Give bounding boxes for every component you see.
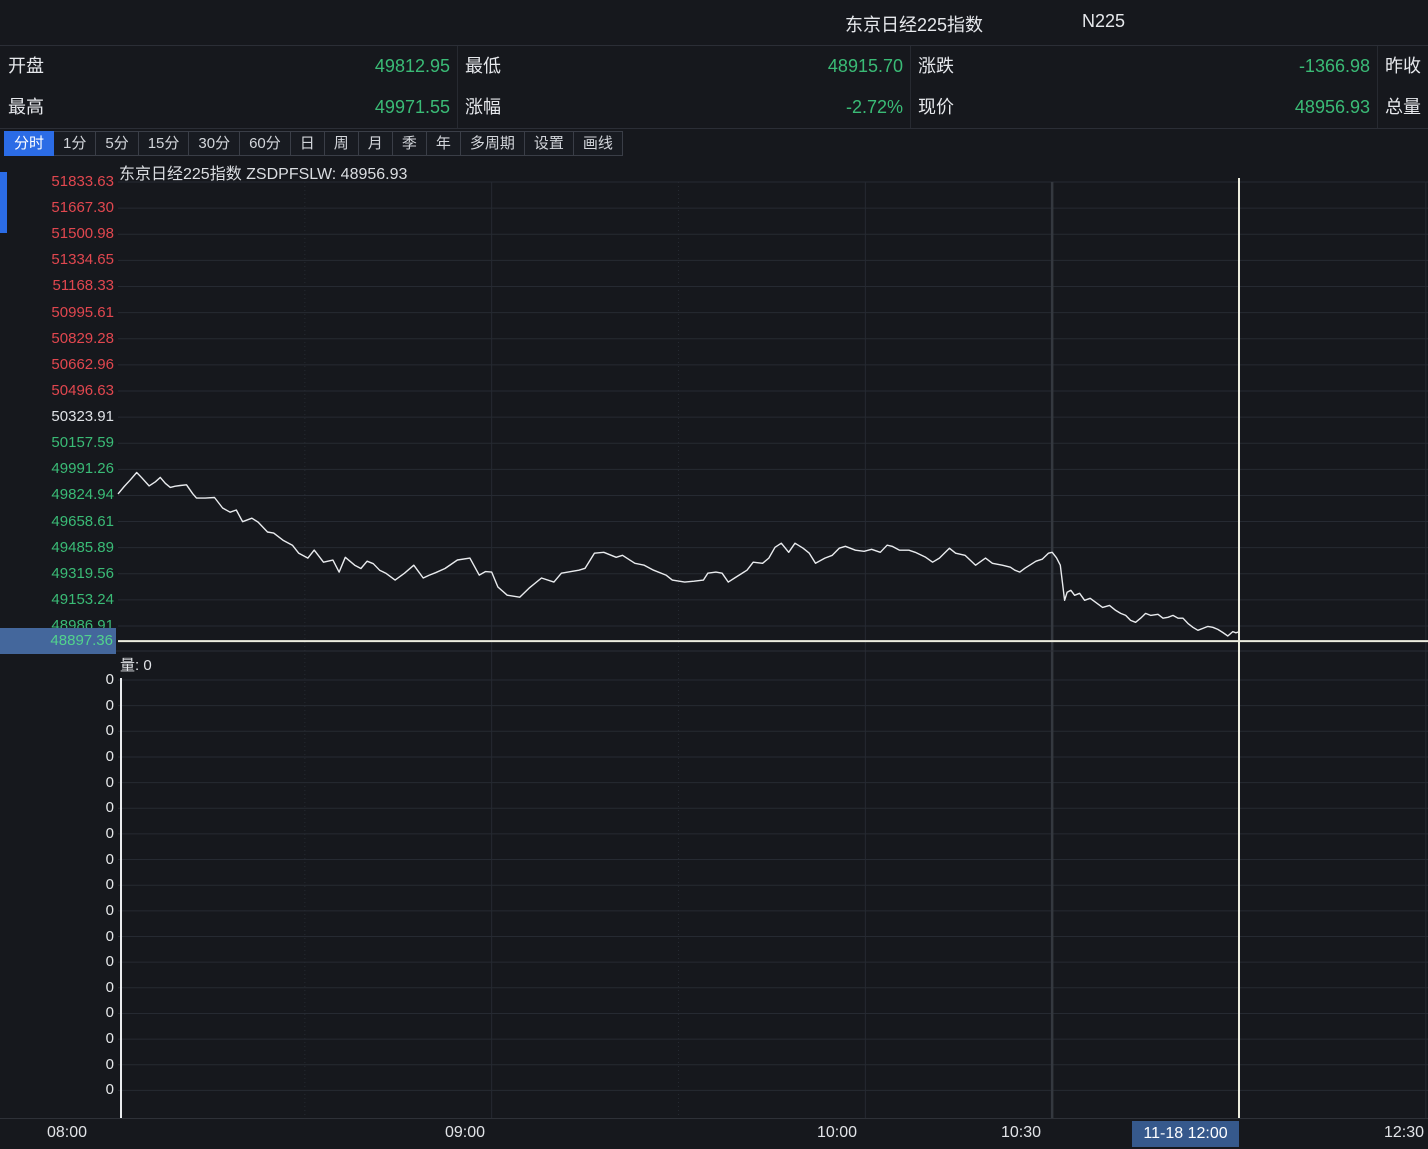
instrument-symbol: N225 bbox=[1082, 11, 1125, 32]
info-label: 现价 bbox=[918, 87, 954, 128]
y-axis-label: 51833.63 bbox=[0, 172, 114, 192]
y-axis-label: 50496.63 bbox=[0, 381, 114, 401]
tab-multi-period[interactable]: 多周期 bbox=[460, 131, 525, 156]
info-cell-最低: 最低 48915.70 bbox=[457, 46, 910, 87]
crosshair-price-label: 48897.36 bbox=[0, 628, 116, 654]
x-axis-label: 10:00 bbox=[817, 1124, 857, 1142]
info-value: 48956.93 bbox=[1295, 87, 1370, 128]
tab-week[interactable]: 周 bbox=[324, 131, 359, 156]
tab-15min[interactable]: 15分 bbox=[138, 131, 190, 156]
y-axis-label: 50157.59 bbox=[0, 433, 114, 453]
y-axis-label: 49153.24 bbox=[0, 590, 114, 610]
y-axis-label: 49319.56 bbox=[0, 564, 114, 584]
info-value: 49971.55 bbox=[375, 87, 450, 128]
volume-axis-label: 0 bbox=[0, 721, 114, 741]
info-label: 开盘 bbox=[8, 46, 44, 87]
info-divider bbox=[910, 46, 911, 128]
trading-app-window: 东京日经225指数 N225 开盘 49812.95 最低 48915.70 涨跌 -13… bbox=[0, 0, 1428, 1149]
tab-5min[interactable]: 5分 bbox=[95, 131, 138, 156]
info-label: 最低 bbox=[465, 46, 501, 87]
info-bar: 开盘 49812.95 最低 48915.70 涨跌 -1366.98 昨收最高 49971.… bbox=[0, 46, 1428, 129]
info-cell-涨幅: 涨幅 -2.72% bbox=[457, 87, 910, 128]
info-label: 昨收 bbox=[1385, 46, 1421, 87]
info-value: 49812.95 bbox=[375, 46, 450, 87]
volume-axis-label: 0 bbox=[0, 773, 114, 793]
info-cell-最高: 最高 49971.55 bbox=[0, 87, 457, 128]
info-cell-总量: 总量 bbox=[1377, 87, 1428, 128]
title-bar: 东京日经225指数 N225 bbox=[0, 0, 1428, 46]
x-axis-label: 08:00 bbox=[47, 1124, 87, 1142]
tab-bar: 分时1分5分15分30分60分日周月季年多周期设置画线 bbox=[0, 129, 1428, 158]
volume-axis-label: 0 bbox=[0, 1055, 114, 1075]
tab-year[interactable]: 年 bbox=[426, 131, 461, 156]
info-value: -1366.98 bbox=[1299, 46, 1370, 87]
volume-legend: 量: 0 bbox=[120, 654, 152, 675]
volume-axis-label: 0 bbox=[0, 670, 114, 690]
y-axis-label: 50829.28 bbox=[0, 329, 114, 349]
tab-60min[interactable]: 60分 bbox=[239, 131, 291, 156]
tab-draw-line[interactable]: 画线 bbox=[573, 131, 623, 156]
volume-axis-label: 0 bbox=[0, 824, 114, 844]
x-axis-label: 12:30 bbox=[1384, 1124, 1424, 1142]
instrument-title: 东京日经225指数 bbox=[845, 11, 983, 37]
y-axis-label: 50995.61 bbox=[0, 303, 114, 323]
volume-axis-label: 0 bbox=[0, 747, 114, 767]
info-divider bbox=[457, 46, 458, 128]
info-label: 总量 bbox=[1385, 87, 1421, 128]
y-axis-label: 51334.65 bbox=[0, 250, 114, 270]
info-divider bbox=[1377, 46, 1378, 128]
y-axis-label: 50662.96 bbox=[0, 355, 114, 375]
chart-canvas bbox=[0, 158, 1428, 1149]
y-axis-label: 49485.89 bbox=[0, 538, 114, 558]
x-axis-label: 09:00 bbox=[445, 1124, 485, 1142]
volume-axis-label: 0 bbox=[0, 1029, 114, 1049]
volume-axis-label: 0 bbox=[0, 798, 114, 818]
time-axis: 11-18 12:00 08:00 09:00 10:00 10:30 12:30 bbox=[0, 1118, 1428, 1149]
volume-axis-label: 0 bbox=[0, 875, 114, 895]
tab-month[interactable]: 月 bbox=[358, 131, 393, 156]
volume-axis-label: 0 bbox=[0, 850, 114, 870]
y-axis-label: 50323.91 bbox=[0, 407, 114, 427]
info-label: 涨跌 bbox=[918, 46, 954, 87]
tab-quarter[interactable]: 季 bbox=[392, 131, 427, 156]
tab-30min[interactable]: 30分 bbox=[188, 131, 240, 156]
tab-1min[interactable]: 1分 bbox=[53, 131, 96, 156]
info-value: 48915.70 bbox=[828, 46, 903, 87]
y-axis-label: 49658.61 bbox=[0, 512, 114, 532]
y-axis-label: 49991.26 bbox=[0, 459, 114, 479]
tab-settings[interactable]: 设置 bbox=[524, 131, 574, 156]
y-axis-label: 49824.94 bbox=[0, 485, 114, 505]
y-axis-label: 51667.30 bbox=[0, 198, 114, 218]
tab-day[interactable]: 日 bbox=[290, 131, 325, 156]
chart-plot-area[interactable]: 东京日经225指数 ZSDPFSLW: 48956.93 量: 0 48897.… bbox=[0, 158, 1428, 1149]
volume-axis-label: 0 bbox=[0, 1003, 114, 1023]
info-cell-现价: 现价 48956.93 bbox=[910, 87, 1377, 128]
volume-axis-label: 0 bbox=[0, 901, 114, 921]
info-value: -2.72% bbox=[846, 87, 903, 128]
volume-axis-label: 0 bbox=[0, 978, 114, 998]
crosshair-time-label: 11-18 12:00 bbox=[1132, 1121, 1239, 1147]
info-cell-昨收: 昨收 bbox=[1377, 46, 1428, 87]
x-axis-label: 10:30 bbox=[1001, 1124, 1041, 1142]
volume-axis-label: 0 bbox=[0, 927, 114, 947]
volume-axis-label: 0 bbox=[0, 952, 114, 972]
tab-fenshi[interactable]: 分时 bbox=[4, 131, 54, 156]
volume-axis-label: 0 bbox=[0, 1080, 114, 1100]
chart-legend: 东京日经225指数 ZSDPFSLW: 48956.93 bbox=[119, 160, 407, 184]
info-label: 最高 bbox=[8, 87, 44, 128]
info-cell-开盘: 开盘 49812.95 bbox=[0, 46, 457, 87]
info-label: 涨幅 bbox=[465, 87, 501, 128]
volume-axis-label: 0 bbox=[0, 696, 114, 716]
y-axis-label: 51168.33 bbox=[0, 276, 114, 296]
info-cell-涨跌: 涨跌 -1366.98 bbox=[910, 46, 1377, 87]
y-axis-label: 51500.98 bbox=[0, 224, 114, 244]
